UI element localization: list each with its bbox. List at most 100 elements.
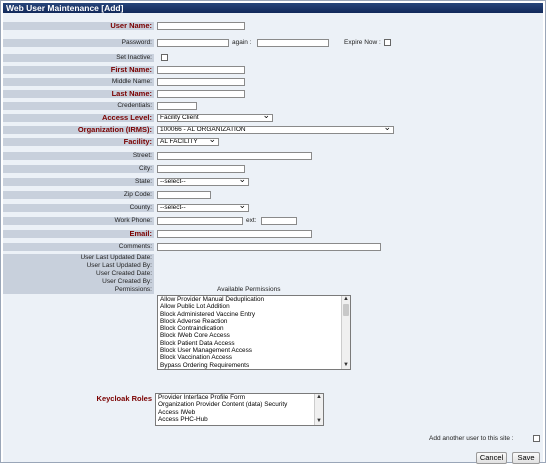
access-level-value: Facility Client	[160, 114, 199, 121]
available-permissions-list[interactable]: Allow Provider Manual Deduplication Allow…	[157, 295, 351, 370]
user-created-date-label: User Created Date:	[3, 270, 154, 278]
set-inactive-checkbox[interactable]	[161, 54, 168, 61]
row-email: Email:	[3, 230, 543, 238]
row-first-name: First Name:	[3, 66, 543, 74]
middle-name-input[interactable]	[157, 78, 245, 86]
row-permissions: Permissions: Available Permissions	[3, 286, 543, 294]
form-area: User Name: Password: again : Expire Now …	[3, 13, 543, 464]
keycloak-role-option[interactable]: Provider Interface Profile Form	[156, 394, 323, 401]
permission-option[interactable]: Block Contraindication	[158, 325, 350, 332]
permission-option[interactable]: Block User Management Access	[158, 347, 350, 354]
work-phone-input[interactable]	[157, 217, 243, 225]
row-organization: Organization (IRMS): 100066 - AL ORGANIZ…	[3, 126, 543, 134]
save-button[interactable]: Save	[512, 452, 540, 464]
last-name-label: Last Name:	[3, 90, 154, 98]
row-middle-name: Middle Name:	[3, 78, 543, 86]
set-inactive-label: Set Inactive:	[3, 54, 154, 62]
comments-label: Comments:	[3, 243, 154, 251]
password-again-input[interactable]	[257, 39, 329, 47]
row-comments: Comments:	[3, 243, 543, 251]
user-name-input[interactable]	[157, 22, 245, 30]
keycloak-role-option[interactable]: Organization Provider Content (data) Sec…	[156, 401, 323, 408]
permissions-scrollbar[interactable]: ▲ ▼	[341, 296, 350, 369]
facility-value: AL FACILITY	[160, 138, 198, 145]
ext-label: ext:	[246, 217, 257, 224]
access-level-label: Access Level:	[3, 114, 154, 122]
row-user-last-updated-by: User Last Updated By:	[3, 262, 543, 270]
organization-value: 100066 - AL ORGANIZATION	[160, 126, 246, 133]
scroll-down-icon[interactable]: ▼	[342, 362, 350, 369]
scroll-down-icon[interactable]: ▼	[315, 418, 323, 425]
permission-option[interactable]: Block IWeb Core Access	[158, 332, 350, 339]
email-label: Email:	[3, 230, 154, 238]
row-set-inactive: Set Inactive:	[3, 54, 543, 62]
row-county: County: --select--	[3, 204, 543, 212]
expire-now-label: Expire Now :	[344, 39, 381, 46]
available-permissions-heading: Available Permissions	[217, 286, 281, 293]
credentials-label: Credentials:	[3, 102, 154, 110]
keycloak-scrollbar[interactable]: ▲ ▼	[314, 394, 323, 425]
facility-select[interactable]: AL FACILITY	[157, 138, 219, 146]
first-name-input[interactable]	[157, 66, 245, 74]
permission-option[interactable]: Block Adverse Reaction	[158, 318, 350, 325]
organization-select[interactable]: 100066 - AL ORGANIZATION	[157, 126, 394, 134]
user-name-label: User Name:	[3, 22, 154, 30]
row-work-phone: Work Phone: ext:	[3, 217, 543, 225]
first-name-label: First Name:	[3, 66, 154, 74]
facility-label: Facility:	[3, 138, 154, 146]
zip-input[interactable]	[157, 191, 211, 199]
scroll-up-icon[interactable]: ▲	[315, 394, 323, 401]
scroll-up-icon[interactable]: ▲	[342, 296, 350, 303]
user-last-updated-date-label: User Last Updated Date:	[3, 254, 154, 262]
password-again-label: again :	[232, 39, 252, 46]
ext-input[interactable]	[261, 217, 297, 225]
keycloak-role-option[interactable]: Access PHC-Hub	[156, 416, 323, 423]
row-state: State: --select--	[3, 178, 543, 186]
email-input[interactable]	[157, 230, 312, 238]
row-credentials: Credentials:	[3, 102, 543, 110]
row-city: City:	[3, 165, 543, 173]
row-user-created-by: User Created By:	[3, 278, 543, 286]
app-window: Web User Maintenance [Add] User Name: Pa…	[0, 0, 546, 464]
permission-option[interactable]: Allow Public Lot Addition	[158, 303, 350, 310]
state-label: State:	[3, 178, 154, 186]
permissions-label: Permissions:	[3, 286, 154, 294]
row-access-level: Access Level: Facility Client	[3, 114, 543, 122]
permission-option[interactable]: Block Vaccination Access	[158, 354, 350, 361]
row-zip: Zip Code:	[3, 191, 543, 199]
permission-option[interactable]: Block Patient Data Access	[158, 340, 350, 347]
password-label: Password:	[3, 39, 154, 47]
window-title: Web User Maintenance [Add]	[3, 3, 543, 13]
credentials-input[interactable]	[157, 102, 197, 110]
middle-name-label: Middle Name:	[3, 78, 154, 86]
organization-label: Organization (IRMS):	[3, 126, 154, 134]
work-phone-label: Work Phone:	[3, 217, 154, 225]
access-level-select[interactable]: Facility Client	[157, 114, 273, 122]
user-last-updated-by-label: User Last Updated By:	[3, 262, 154, 270]
permissions-items: Allow Provider Manual Deduplication Allow…	[158, 296, 350, 369]
row-password: Password: again : Expire Now :	[3, 39, 543, 47]
permission-option[interactable]: Bypass Ordering Requirements	[158, 362, 350, 369]
add-another-checkbox[interactable]	[533, 435, 540, 442]
row-user-last-updated-date: User Last Updated Date:	[3, 254, 543, 262]
cancel-button[interactable]: Cancel	[476, 452, 507, 464]
city-input[interactable]	[157, 165, 245, 173]
city-label: City:	[3, 165, 154, 173]
row-user-created-date: User Created Date:	[3, 270, 543, 278]
last-name-input[interactable]	[157, 90, 245, 98]
comments-input[interactable]	[157, 243, 381, 251]
password-input[interactable]	[157, 39, 229, 47]
permission-option[interactable]: Block Administered Vaccine Entry	[158, 311, 350, 318]
permission-option[interactable]: Allow Provider Manual Deduplication	[158, 296, 350, 303]
state-select[interactable]: --select--	[157, 178, 249, 186]
county-select[interactable]: --select--	[157, 204, 249, 212]
keycloak-role-option[interactable]: Access IWeb	[156, 409, 323, 416]
street-input[interactable]	[157, 152, 312, 160]
row-last-name: Last Name:	[3, 90, 543, 98]
zip-label: Zip Code:	[3, 191, 154, 199]
row-user-name: User Name:	[3, 22, 543, 30]
keycloak-roles-list[interactable]: Provider Interface Profile Form Organizat…	[155, 393, 324, 426]
county-value: --select--	[160, 204, 186, 211]
scroll-thumb[interactable]	[343, 304, 349, 316]
expire-now-checkbox[interactable]	[384, 39, 391, 46]
